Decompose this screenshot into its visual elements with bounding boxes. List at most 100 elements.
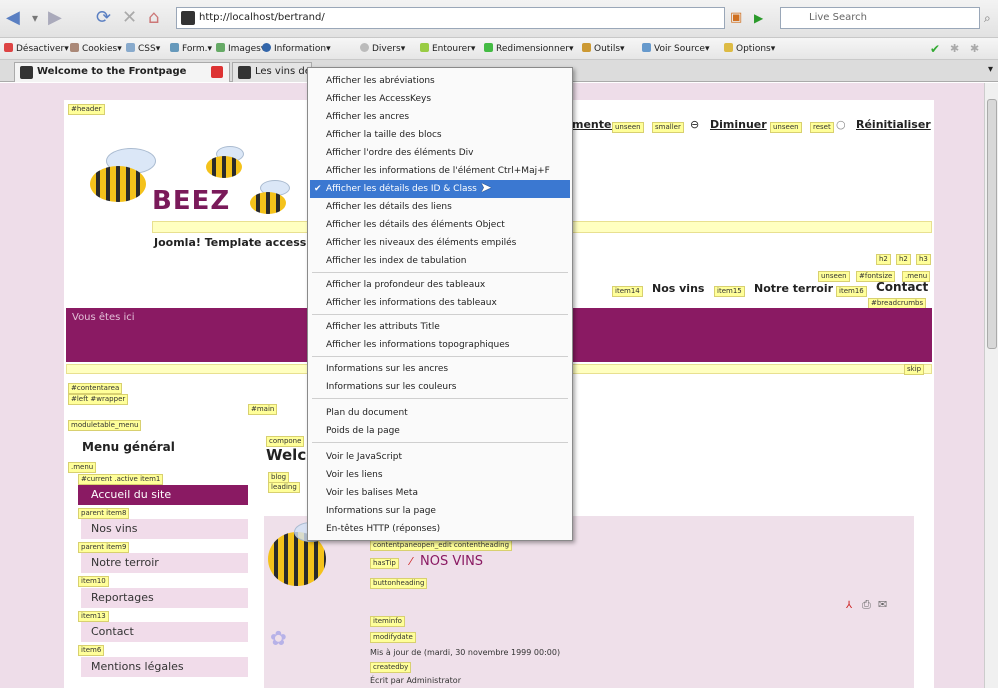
vertical-scrollbar[interactable] xyxy=(984,83,998,688)
menu-item-title-attributes[interactable]: Afficher les attributs Title xyxy=(310,318,570,336)
validation-check-icon[interactable]: ✔ xyxy=(930,38,940,60)
wd-outline[interactable]: Entourer▾ xyxy=(420,38,475,60)
tag-menu: .menu xyxy=(68,462,97,473)
menu-item-view-meta[interactable]: Voir les balises Meta xyxy=(310,484,570,502)
tag-menu-6: item6 xyxy=(78,645,105,656)
checkmark-icon: ✔ xyxy=(314,184,322,194)
menu-item-div-order[interactable]: Afficher l'ordre des éléments Div xyxy=(310,144,570,162)
menu-item-link-details[interactable]: Afficher les détails des liens xyxy=(310,198,570,216)
information-dropdown-menu: Afficher les abréviations Afficher les A… xyxy=(307,67,573,541)
bee-illustration xyxy=(86,148,156,208)
menu-item-anchor-info[interactable]: Informations sur les ancres xyxy=(310,360,570,378)
menu-item-abbreviations[interactable]: Afficher les abréviations xyxy=(310,72,570,90)
menu-item-element-info[interactable]: Afficher les informations de l'élément C… xyxy=(310,162,570,180)
site-logo[interactable]: BEEZ xyxy=(152,186,230,216)
back-button-icon[interactable]: ◀ xyxy=(6,8,20,28)
wd-css[interactable]: CSS▾ xyxy=(126,38,160,60)
tag-h2b: h2 xyxy=(896,254,911,265)
wd-images[interactable]: Images▾ xyxy=(216,38,265,60)
tag-leading: leading xyxy=(268,482,300,493)
font-reset-link[interactable]: Réinitialiser xyxy=(856,118,931,131)
close-tab-icon[interactable] xyxy=(211,66,223,78)
left-menu-item-nos-vins[interactable]: Nos vins xyxy=(78,519,248,539)
tag-contentarea: #contentarea xyxy=(68,383,123,394)
wd-resize[interactable]: Redimensionner▾ xyxy=(484,38,573,60)
left-menu-item-terroir[interactable]: Notre terroir xyxy=(78,553,248,573)
menu-item-topographic-info[interactable]: Afficher les informations topographiques xyxy=(310,336,570,354)
js-status-icon[interactable]: ✱ xyxy=(970,38,979,60)
wd-form[interactable]: Form.▾ xyxy=(170,38,212,60)
left-menu-item-reportages[interactable]: Reportages xyxy=(78,588,248,608)
tab-les-vins[interactable]: Les vins de B xyxy=(232,62,312,82)
menu-item-view-links[interactable]: Voir les liens xyxy=(310,466,570,484)
menu-item-block-size[interactable]: Afficher la taille des blocs xyxy=(310,126,570,144)
menu-item-stack-levels[interactable]: Afficher les niveaux des éléments empilé… xyxy=(310,234,570,252)
tag-item14: item14 xyxy=(612,286,643,297)
tab-welcome[interactable]: Welcome to the Frontpage xyxy=(14,62,230,82)
email-icon[interactable]: ✉ xyxy=(878,598,887,611)
tab-list-icon[interactable]: ▾ xyxy=(988,64,993,75)
menu-item-id-class-details[interactable]: ✔ Afficher les détails des ID & Class xyxy=(310,180,570,198)
menu-item-color-info[interactable]: Informations sur les couleurs xyxy=(310,378,570,396)
search-input[interactable]: Live Search xyxy=(780,7,980,29)
menu-item-anchors[interactable]: Afficher les ancres xyxy=(310,108,570,126)
tag-buttonheading: buttonheading xyxy=(370,578,428,589)
left-menu-item-contact[interactable]: Contact xyxy=(78,622,248,642)
tag-hastip: hasTip xyxy=(370,558,399,569)
menu-item-page-info[interactable]: Informations sur la page xyxy=(310,502,570,520)
css-status-icon[interactable]: ✱ xyxy=(950,38,959,60)
menu-item-object-details[interactable]: Afficher les détails des éléments Object xyxy=(310,216,570,234)
reset-circle-icon[interactable]: ○ xyxy=(836,118,846,131)
menu-item-table-depth[interactable]: Afficher la profondeur des tableaux xyxy=(310,276,570,294)
flower-icon: ✿ xyxy=(270,626,287,650)
go-icon[interactable]: ▶ xyxy=(754,8,763,28)
tag-moduletable: moduletable_menu xyxy=(68,420,142,431)
wd-misc[interactable]: Divers▾ xyxy=(360,38,405,60)
dropdown-icon[interactable]: ▾ xyxy=(32,8,38,28)
tag-skip: skip xyxy=(904,364,925,375)
menu-separator xyxy=(312,356,568,357)
font-bigger-link[interactable]: menter xyxy=(572,118,617,131)
tag-menu-5: item13 xyxy=(78,611,109,622)
top-nav-nos-vins[interactable]: Nos vins xyxy=(652,282,704,295)
minus-circle-icon[interactable]: ⊖ xyxy=(690,118,699,131)
font-smaller-link[interactable]: Diminuer xyxy=(710,118,767,131)
url-bar[interactable]: http://localhost/bertrand/ xyxy=(176,7,725,29)
reload-icon[interactable]: ⟳ xyxy=(96,8,111,28)
wd-cookies[interactable]: Cookies▾ xyxy=(70,38,122,60)
tag-item16: item16 xyxy=(836,286,867,297)
menu-separator xyxy=(312,442,568,443)
rss-icon[interactable]: ▣ xyxy=(730,8,742,28)
top-nav-notre-terroir[interactable]: Notre terroir xyxy=(754,282,833,295)
menu-item-accesskeys[interactable]: Afficher les AccessKeys xyxy=(310,90,570,108)
tag-unseen: unseen xyxy=(818,271,850,282)
stop-icon[interactable]: ✕ xyxy=(122,8,137,28)
home-icon[interactable]: ⌂ xyxy=(148,8,159,28)
wd-view-source[interactable]: Voir Source▾ xyxy=(642,38,709,60)
tab-favicon-icon xyxy=(20,66,33,79)
wd-tools[interactable]: Outils▾ xyxy=(582,38,625,60)
forward-button-icon[interactable]: ▶ xyxy=(48,8,62,28)
wd-options[interactable]: Options▾ xyxy=(724,38,775,60)
menu-item-page-weight[interactable]: Poids de la page xyxy=(310,422,570,440)
bee-illustration-small xyxy=(204,146,248,180)
wd-information[interactable]: Information▾ xyxy=(262,38,331,60)
tag-left-wrapper: #left #wrapper xyxy=(68,394,129,405)
left-menu-item-home[interactable]: Accueil du site xyxy=(78,485,248,505)
article-author: Écrit par Administrator xyxy=(370,676,461,685)
search-icon[interactable]: ⌕ xyxy=(984,8,991,28)
wd-disable[interactable]: Désactiver▾ xyxy=(4,38,69,60)
menu-item-tab-index[interactable]: Afficher les index de tabulation xyxy=(310,252,570,270)
pdf-icon[interactable]: ⅄ xyxy=(846,600,852,611)
menu-item-http-headers[interactable]: En-têtes HTTP (réponses) xyxy=(310,520,570,538)
top-nav-contact[interactable]: Contact xyxy=(876,280,928,294)
scrollbar-thumb[interactable] xyxy=(987,99,997,349)
site-favicon-icon xyxy=(181,11,195,25)
menu-item-table-info[interactable]: Afficher les informations des tableaux xyxy=(310,294,570,312)
menu-separator xyxy=(312,314,568,315)
left-menu-item-mentions[interactable]: Mentions légales xyxy=(78,657,248,677)
menu-item-view-javascript[interactable]: Voir le JavaScript xyxy=(310,448,570,466)
article-title[interactable]: NOS VINS xyxy=(420,554,483,569)
menu-item-document-outline[interactable]: Plan du document xyxy=(310,404,570,422)
print-icon[interactable]: ⎙ xyxy=(862,598,871,612)
